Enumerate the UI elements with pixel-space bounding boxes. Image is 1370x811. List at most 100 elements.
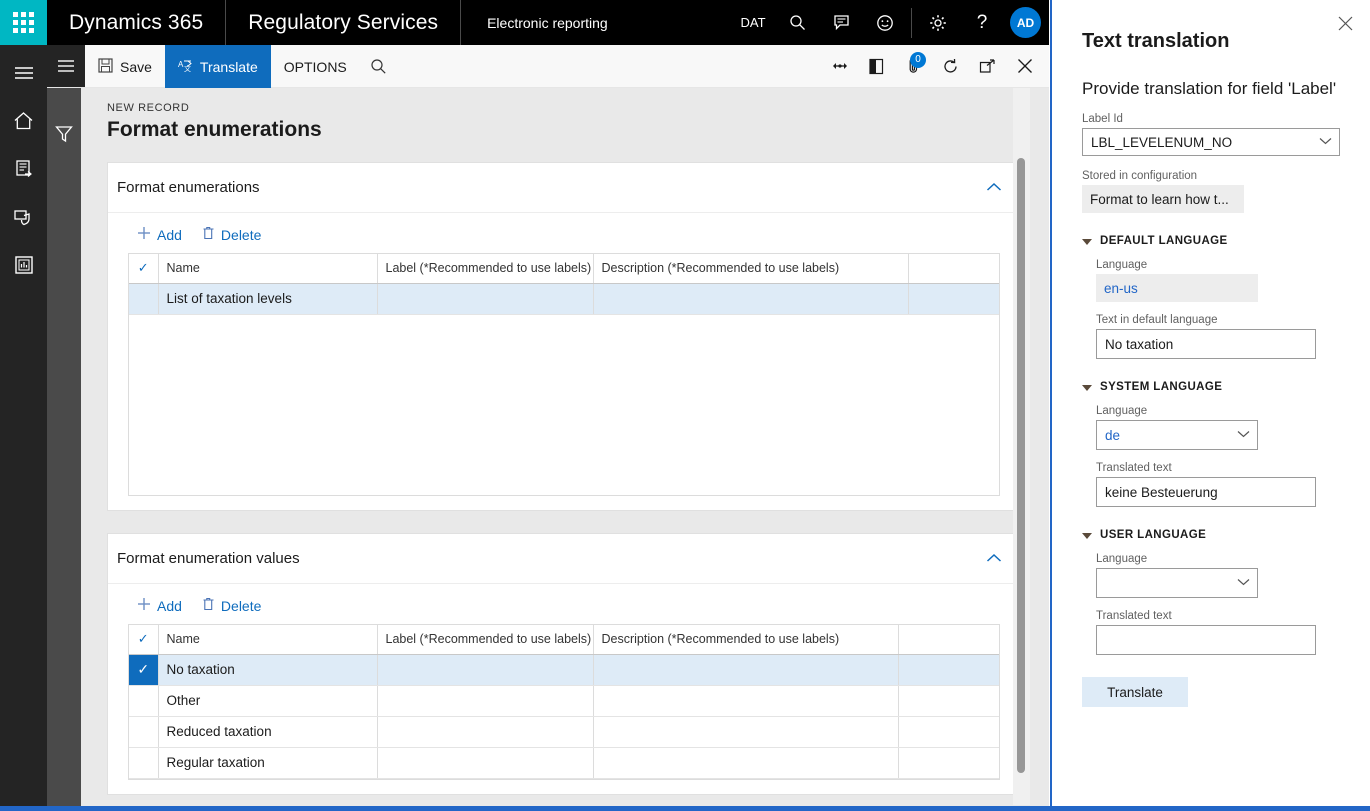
chevron-up-icon[interactable]: [986, 551, 1002, 566]
table-row[interactable]: Other: [129, 685, 999, 717]
system-language-section-header[interactable]: SYSTEM LANGUAGE: [1082, 381, 1340, 393]
company-selector[interactable]: DAT: [731, 0, 775, 45]
cell-label[interactable]: [377, 747, 594, 779]
nav-hamburger-button[interactable]: [47, 45, 85, 87]
select-all-checkbox[interactable]: ✓: [129, 625, 159, 655]
workspace-scrollbar[interactable]: [1013, 88, 1030, 805]
section2-header[interactable]: Format enumeration values: [108, 534, 1020, 584]
system-translated-text-input[interactable]: keine Besteuerung: [1096, 477, 1316, 507]
translate-submit-button[interactable]: Translate: [1082, 677, 1188, 707]
chevron-down-icon[interactable]: [1237, 577, 1250, 589]
cell-label[interactable]: [377, 654, 594, 686]
user-translated-text-input[interactable]: [1096, 625, 1316, 655]
app-launcher-icon[interactable]: [0, 0, 47, 45]
help-icon[interactable]: ?: [960, 0, 1004, 45]
translate-button[interactable]: A文 Translate: [164, 45, 271, 88]
table-row[interactable]: Reduced taxation: [129, 716, 999, 748]
cell-description[interactable]: [593, 685, 899, 717]
user-language-section-header[interactable]: USER LANGUAGE: [1082, 529, 1340, 541]
avatar[interactable]: AD: [1010, 7, 1041, 38]
cell-label[interactable]: [377, 283, 594, 315]
row-checkbox[interactable]: [129, 283, 159, 315]
delete-button[interactable]: Delete: [202, 597, 261, 614]
section1-header[interactable]: Format enumerations: [108, 163, 1020, 213]
attachments-icon[interactable]: 0: [895, 45, 932, 88]
cell-name[interactable]: List of taxation levels: [158, 283, 378, 315]
office-export-icon[interactable]: [858, 45, 895, 88]
user-language-select[interactable]: [1096, 568, 1258, 598]
delete-button[interactable]: Delete: [202, 226, 261, 243]
table-header-row: ✓ Name Label (*Recommended to use labels…: [129, 254, 999, 284]
row-checkbox[interactable]: [129, 747, 159, 779]
cell-label[interactable]: [377, 685, 594, 717]
popout-icon[interactable]: [969, 45, 1006, 88]
default-text-input[interactable]: No taxation: [1096, 329, 1316, 359]
close-icon[interactable]: [1332, 10, 1358, 36]
row-checkbox[interactable]: [129, 685, 159, 717]
column-description[interactable]: Description (*Recommended to use labels): [593, 625, 899, 655]
chevron-down-icon[interactable]: [1319, 136, 1332, 148]
cell-description[interactable]: [593, 716, 899, 748]
cell-name[interactable]: Other: [158, 685, 378, 717]
cell-description[interactable]: [593, 654, 899, 686]
scrollbar-thumb[interactable]: [1017, 158, 1025, 773]
select-all-checkbox[interactable]: ✓: [129, 254, 159, 284]
cell-description[interactable]: [593, 283, 909, 315]
cell-name[interactable]: Regular taxation: [158, 747, 378, 779]
chevron-up-icon[interactable]: [986, 180, 1002, 195]
refresh-icon[interactable]: [932, 45, 969, 88]
close-icon[interactable]: [1006, 45, 1043, 88]
area-regulatory-services[interactable]: Regulatory Services: [226, 0, 462, 45]
hamburger-icon[interactable]: [0, 53, 47, 93]
workspaces-icon[interactable]: [0, 149, 47, 189]
cell-spacer: [898, 654, 999, 686]
label-id-label: Label Id: [1082, 113, 1123, 125]
filter-funnel-icon[interactable]: [47, 124, 81, 144]
default-text-label: Text in default language: [1096, 314, 1218, 326]
stored-in-configuration-value: Format to learn how t...: [1082, 185, 1244, 213]
cell-label[interactable]: [377, 716, 594, 748]
default-text-field: Text in default language No taxation: [1096, 314, 1340, 359]
column-description[interactable]: Description (*Recommended to use labels): [593, 254, 909, 284]
relationships-icon[interactable]: [821, 45, 858, 88]
cell-description[interactable]: [593, 747, 899, 779]
recent-report-icon[interactable]: [0, 245, 47, 285]
translate-label: Translate: [199, 58, 258, 75]
bottom-accent-line: [0, 806, 1370, 811]
cell-name[interactable]: Reduced taxation: [158, 716, 378, 748]
top-bar-right-group: DAT ? AD: [731, 0, 1049, 45]
smiley-icon[interactable]: [863, 0, 907, 45]
command-search-icon[interactable]: [360, 45, 397, 88]
column-label[interactable]: Label (*Recommended to use labels): [377, 625, 594, 655]
label-id-select[interactable]: LBL_LEVELENUM_NO: [1082, 128, 1340, 156]
system-language-select[interactable]: de: [1096, 420, 1258, 450]
column-label[interactable]: Label (*Recommended to use labels): [377, 254, 594, 284]
chevron-down-icon[interactable]: [1237, 429, 1250, 441]
add-button[interactable]: Add: [137, 226, 182, 243]
module-electronic-reporting[interactable]: Electronic reporting: [461, 0, 634, 45]
home-icon[interactable]: [0, 101, 47, 141]
options-button[interactable]: OPTIONS: [271, 45, 360, 88]
options-label: OPTIONS: [283, 58, 347, 75]
save-button[interactable]: Save: [85, 45, 165, 88]
row-checkbox[interactable]: ✓: [129, 654, 159, 686]
modules-icon[interactable]: [0, 197, 47, 237]
table-row[interactable]: List of taxation levels: [129, 283, 999, 315]
table-row[interactable]: Regular taxation: [129, 747, 999, 779]
workspace: NEW RECORD Format enumerations Format en…: [81, 88, 1049, 805]
system-language-section-title: SYSTEM LANGUAGE: [1100, 381, 1223, 393]
row-checkbox[interactable]: [129, 716, 159, 748]
cell-name[interactable]: No taxation: [158, 654, 378, 686]
column-name[interactable]: Name: [158, 625, 378, 655]
search-icon[interactable]: [775, 0, 819, 45]
column-name[interactable]: Name: [158, 254, 378, 284]
default-language-section-header[interactable]: DEFAULT LANGUAGE: [1082, 235, 1340, 247]
gear-icon[interactable]: [916, 0, 960, 45]
brand-dynamics365[interactable]: Dynamics 365: [47, 0, 227, 45]
add-button[interactable]: Add: [137, 597, 182, 614]
top-bar-divider: [911, 7, 912, 38]
system-language-label: Language: [1096, 405, 1148, 417]
table-row[interactable]: ✓ No taxation: [129, 654, 999, 686]
avatar-initials: AD: [1016, 15, 1035, 30]
feedback-icon[interactable]: [819, 0, 863, 45]
